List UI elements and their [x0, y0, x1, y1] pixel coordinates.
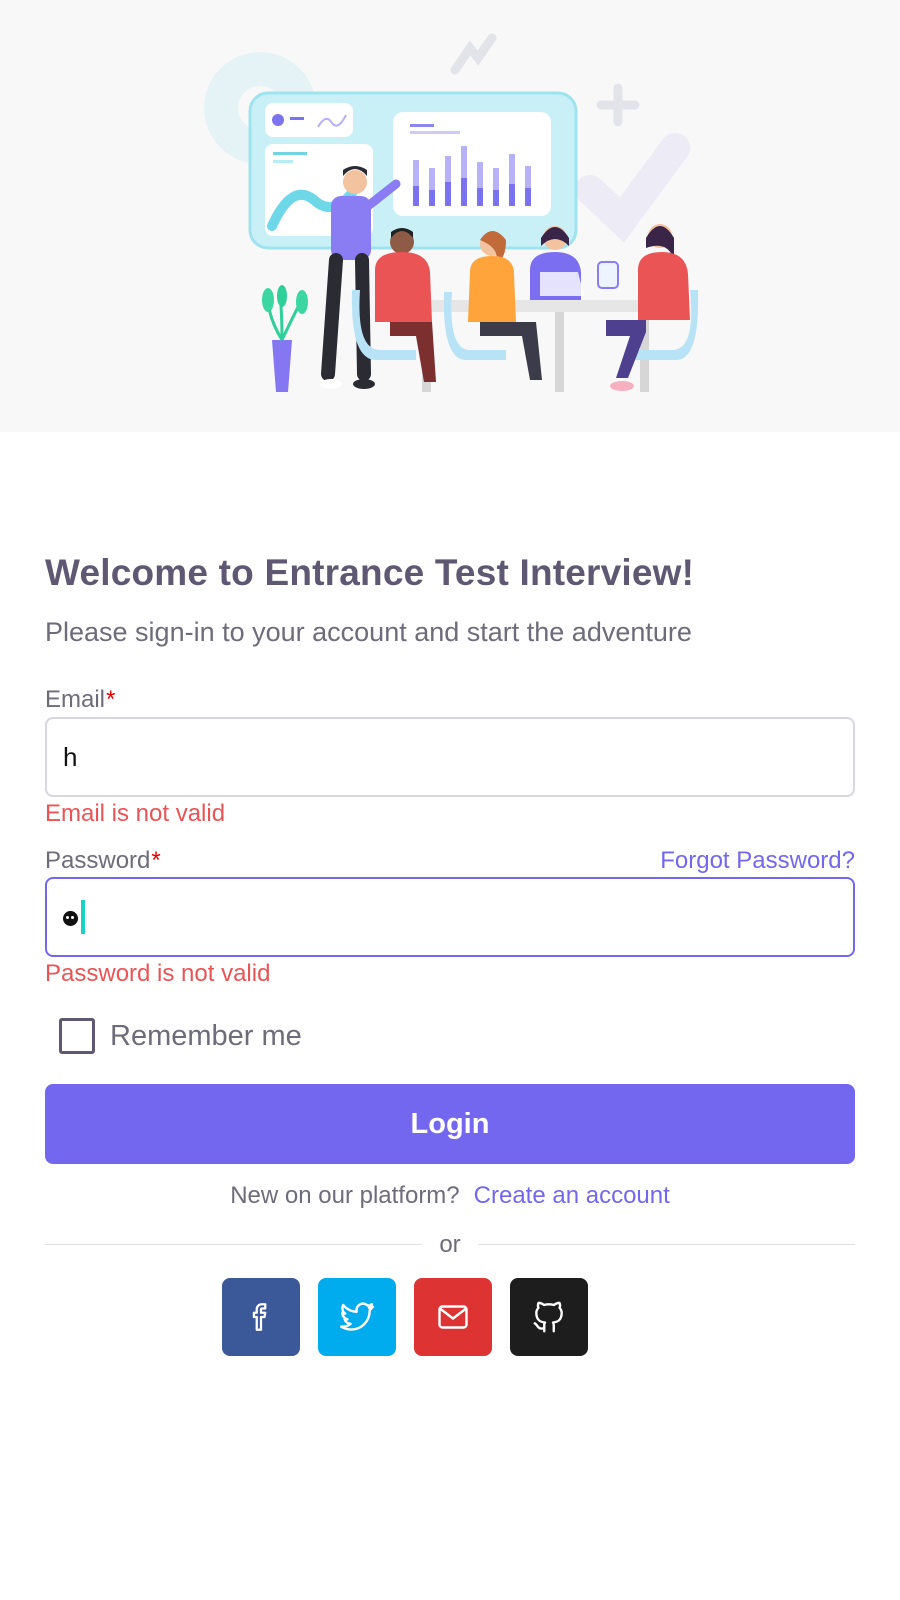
- twitter-login-button[interactable]: [318, 1278, 396, 1356]
- text-caret: [81, 900, 85, 934]
- required-mark: *: [106, 686, 116, 713]
- hero-illustration: [0, 0, 900, 432]
- remember-me[interactable]: Remember me: [59, 1018, 302, 1054]
- email-login-button[interactable]: [414, 1278, 492, 1356]
- login-button[interactable]: Login: [45, 1084, 855, 1164]
- forgot-password-link[interactable]: Forgot Password?: [660, 847, 855, 875]
- remember-me-checkbox[interactable]: [59, 1018, 95, 1054]
- facebook-icon: [252, 1303, 267, 1331]
- email-value: h: [63, 741, 78, 772]
- email-label-text: Email: [45, 686, 106, 713]
- mail-icon: [438, 1305, 468, 1329]
- signup-prompt: New on our platform? Create an account: [45, 1182, 855, 1210]
- password-label: Password*: [45, 847, 161, 875]
- password-label-text: Password: [45, 847, 151, 874]
- password-error: Password is not valid: [45, 960, 271, 987]
- page-subtitle: Please sign-in to your account and start…: [45, 617, 692, 647]
- create-account-link[interactable]: Create an account: [474, 1182, 670, 1209]
- email-label: Email*: [45, 686, 115, 714]
- github-icon: [533, 1301, 563, 1333]
- remember-me-label: Remember me: [110, 1019, 302, 1052]
- divider-line: [478, 1244, 855, 1245]
- twitter-icon: [339, 1302, 375, 1331]
- password-mask-dot: [63, 911, 78, 926]
- signup-prompt-text: New on our platform?: [230, 1182, 460, 1209]
- facebook-login-button[interactable]: [222, 1278, 300, 1356]
- social-login: [222, 1278, 588, 1356]
- email-error: Email is not valid: [45, 800, 226, 827]
- team-meeting-illustration: [204, 33, 699, 392]
- github-login-button[interactable]: [510, 1278, 588, 1356]
- email-field[interactable]: h: [45, 717, 855, 797]
- divider-text: or: [439, 1231, 461, 1258]
- page-title: Welcome to Entrance Test Interview!: [45, 552, 695, 593]
- or-divider: or: [45, 1231, 855, 1261]
- required-mark: *: [151, 847, 161, 874]
- password-field[interactable]: [45, 877, 855, 957]
